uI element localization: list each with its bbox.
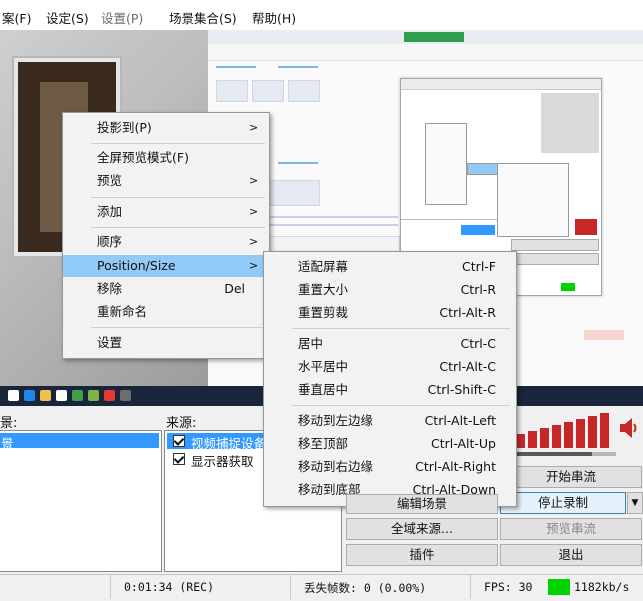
menu-item-settings[interactable]: 设置 (63, 332, 269, 354)
submenu-arrow-icon: > (249, 235, 259, 248)
scenes-list[interactable]: 景 (0, 430, 162, 572)
menu-item-remove[interactable]: 移除 Del (63, 278, 269, 300)
sources-header: 来源: (166, 416, 197, 431)
plugins-button[interactable]: 插件 (346, 544, 498, 566)
menu-scene-collection[interactable]: 场景集合(S) (169, 8, 237, 27)
menu-item-fullscreen-preview[interactable]: 全屏预览模式(F) (63, 147, 269, 169)
menu-item-add[interactable]: 添加 > (63, 201, 269, 223)
submenu-item-center-vertical[interactable]: 垂直居中 Ctrl-Shift-C (264, 379, 516, 401)
submenu-arrow-icon: > (249, 121, 259, 134)
submenu-item-move-left[interactable]: 移动到左边缘 Ctrl-Alt-Left (264, 410, 516, 432)
preview-stream-button[interactable]: 预览串流 (500, 518, 642, 540)
edit-scene-button[interactable]: 编辑场景 (346, 494, 498, 514)
submenu-item-move-right[interactable]: 移动到右边缘 Ctrl-Alt-Right (264, 456, 516, 478)
submenu-arrow-icon: > (249, 205, 259, 218)
record-time: 0:01:34 (REC) (124, 580, 215, 594)
checkbox-icon[interactable] (173, 435, 185, 447)
menu-item-position-size[interactable]: Position/Size > (63, 255, 269, 277)
menu-item-rename[interactable]: 重新命名 (63, 301, 269, 323)
menu-settings[interactable]: 设定(S) (46, 8, 89, 27)
submenu-item-reset-crop[interactable]: 重置剪裁 Ctrl-Alt-R (264, 302, 516, 324)
menu-help[interactable]: 帮助(H) (252, 8, 296, 27)
submenu-arrow-icon: > (249, 259, 259, 272)
bitrate-readout: 1182kb/s (574, 580, 630, 594)
scene-row-selected[interactable]: 景 (0, 433, 159, 451)
fps-readout: FPS: 30 (484, 580, 533, 594)
submenu-arrow-icon: > (249, 174, 259, 187)
start-stream-button[interactable]: 开始串流 (500, 466, 642, 488)
menu-bar: 案(F) 设定(S) 设置(P) 场景集合(S) 帮助(H) (0, 0, 643, 31)
menu-item-project-to[interactable]: 投影到(P) > (63, 117, 269, 139)
bitrate-indicator (548, 579, 570, 595)
exit-button[interactable]: 退出 (500, 544, 642, 566)
context-menu: 投影到(P) > 全屏预览模式(F) 预览 > 添加 > 顺序 > Positi… (62, 112, 270, 359)
status-bar: 0:01:34 (REC) 丢失帧数: 0 (0.00%) FPS: 30 11… (0, 574, 643, 601)
global-sources-button[interactable]: 全域来源... (346, 518, 498, 540)
position-size-submenu: 适配屏幕 Ctrl-F 重置大小 Ctrl-R 重置剪裁 Ctrl-Alt-R … (263, 251, 517, 507)
menu-item-preview[interactable]: 预览 > (63, 170, 269, 192)
dropped-frames: 丢失帧数: 0 (0.00%) (304, 581, 427, 595)
speaker-icon[interactable] (618, 416, 640, 440)
submenu-item-center-horizontal[interactable]: 水平居中 Ctrl-Alt-C (264, 356, 516, 378)
menu-setup[interactable]: 设置(P) (101, 8, 143, 27)
submenu-item-reset-size[interactable]: 重置大小 Ctrl-R (264, 279, 516, 301)
checkbox-icon[interactable] (173, 453, 185, 465)
menu-item-order[interactable]: 顺序 > (63, 231, 269, 253)
submenu-item-move-top[interactable]: 移至顶部 Ctrl-Alt-Up (264, 433, 516, 455)
menu-file[interactable]: 案(F) (2, 8, 31, 27)
dropdown-arrow-icon[interactable]: ▼ (627, 492, 643, 514)
submenu-item-center[interactable]: 居中 Ctrl-C (264, 333, 516, 355)
scenes-header: 景: (0, 416, 18, 431)
submenu-item-fit-screen[interactable]: 适配屏幕 Ctrl-F (264, 256, 516, 278)
source-row-selected[interactable]: 视频捕捉设备 (167, 433, 267, 451)
stop-record-button[interactable]: 停止录制 (500, 492, 626, 514)
